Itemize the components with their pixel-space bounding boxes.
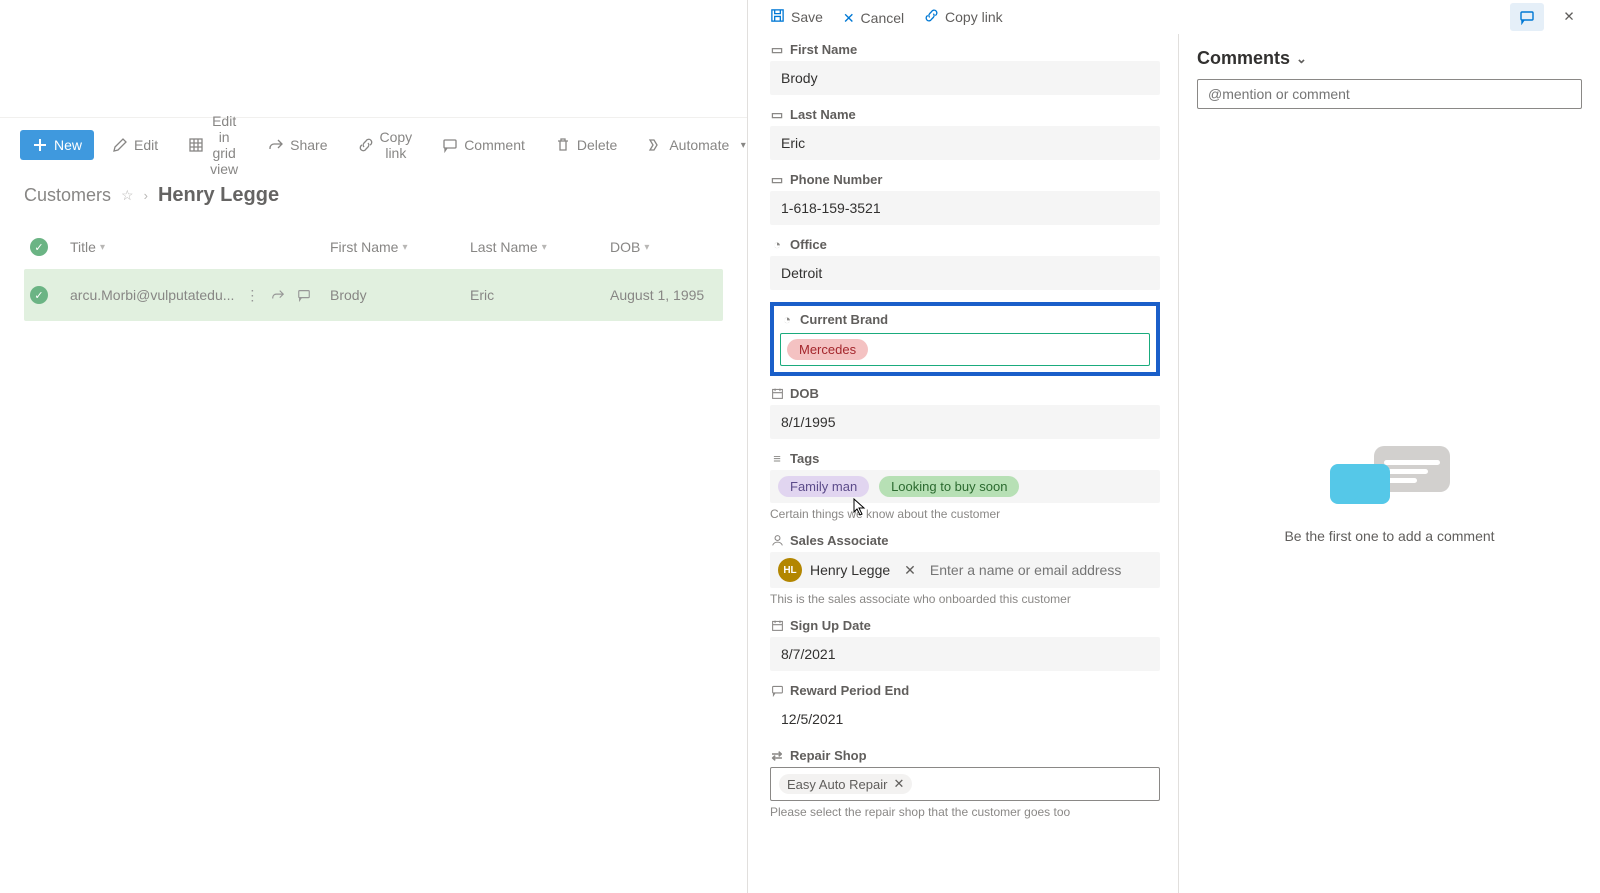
row-last-name: Eric [470, 287, 610, 303]
row-dob: August 1, 1995 [610, 287, 750, 303]
choice-icon: ◔ [780, 313, 794, 327]
col-title[interactable]: Title▾ [70, 239, 330, 255]
repair-shop-chip[interactable]: Easy Auto Repair ✕ [779, 774, 912, 794]
chevron-down-icon: ⌄ [1296, 51, 1307, 67]
remove-chip-icon[interactable]: ✕ [893, 776, 904, 792]
first-name-field[interactable] [770, 61, 1160, 95]
phone-field[interactable] [770, 191, 1160, 225]
avatar: HL [778, 558, 802, 582]
close-icon: ✕ [843, 10, 855, 27]
tag-chip[interactable]: Family man [778, 476, 869, 497]
list-table: ✓ Title▾ First Name▾ Last Name▾ DOB▾ ✓ a… [0, 225, 747, 321]
comments-column: Comments ⌄ Be the first one to add a com… [1178, 34, 1600, 893]
lookup-icon: ⇄ [770, 749, 784, 763]
panel-copy-link-button[interactable]: Copy link [916, 4, 1011, 30]
text-field-icon: ▭ [770, 108, 784, 122]
sales-associate-field[interactable]: HL Henry Legge ✕ [770, 552, 1160, 588]
pencil-icon [112, 137, 128, 153]
panel-comments-toggle[interactable] [1510, 3, 1544, 31]
row-comment-icon[interactable] [296, 287, 312, 303]
breadcrumb: Customers ☆ › Henry Legge [0, 172, 747, 225]
text-field-icon: ▭ [770, 173, 784, 187]
breadcrumb-current: Henry Legge [158, 184, 279, 207]
share-button[interactable]: Share [256, 130, 339, 160]
calendar-icon [770, 619, 784, 633]
form-column: ▭First Name ▭Last Name ▭Phone Number ◔Of… [748, 34, 1178, 893]
panel-toolbar: Save ✕ Cancel Copy link ✕ [748, 0, 1600, 34]
table-row[interactable]: ✓ arcu.Morbi@vulputatedu... ⋮ Brody Eric… [24, 269, 723, 321]
comments-empty-text: Be the first one to add a comment [1284, 528, 1494, 544]
panel-save-button[interactable]: Save [762, 4, 831, 30]
comments-illustration-icon [1330, 444, 1450, 514]
chevron-right-icon: › [144, 188, 148, 203]
automate-button[interactable]: Automate ▾ [635, 130, 763, 160]
col-last-name[interactable]: Last Name▾ [470, 239, 610, 255]
person-picker-input[interactable] [930, 562, 1152, 578]
col-dob[interactable]: DOB▾ [610, 239, 750, 255]
row-actions: ⋮ [244, 287, 312, 303]
item-details-panel: Save ✕ Cancel Copy link ✕ ▭First Name [747, 0, 1600, 893]
panel-close-button[interactable]: ✕ [1552, 3, 1586, 31]
comments-empty-state: Be the first one to add a comment [1197, 109, 1582, 879]
list-toolbar: New Edit Edit in grid view Share Copy li… [0, 118, 747, 172]
select-all-check-icon[interactable]: ✓ [30, 238, 48, 256]
delete-button[interactable]: Delete [543, 130, 629, 160]
star-icon[interactable]: ☆ [121, 187, 134, 204]
row-title: arcu.Morbi@vulputatedu... [70, 287, 234, 303]
comment-icon [442, 137, 458, 153]
tag-chip[interactable]: Looking to buy soon [879, 476, 1019, 497]
tags-help: Certain things we know about the custome… [770, 507, 1160, 521]
office-field[interactable] [770, 256, 1160, 290]
remove-person-icon[interactable]: ✕ [898, 562, 922, 579]
row-more-icon[interactable]: ⋮ [244, 287, 260, 303]
comment-button[interactable]: Comment [430, 130, 537, 160]
person-name: Henry Legge [810, 562, 890, 578]
signup-date-field[interactable] [770, 637, 1160, 671]
flag-icon [770, 684, 784, 698]
app-header-blank [0, 0, 747, 118]
list-icon: ≡ [770, 452, 784, 466]
repair-shop-field[interactable]: Easy Auto Repair ✕ [770, 767, 1160, 801]
grid-icon [188, 137, 204, 153]
tags-field[interactable]: Family man Looking to buy soon [770, 470, 1160, 503]
save-icon [770, 8, 785, 26]
row-first-name: Brody [330, 287, 470, 303]
repair-shop-help: Please select the repair shop that the c… [770, 805, 1160, 819]
flow-icon [647, 137, 663, 153]
main-list-area: New Edit Edit in grid view Share Copy li… [0, 0, 747, 893]
last-name-field[interactable] [770, 126, 1160, 160]
table-header: ✓ Title▾ First Name▾ Last Name▾ DOB▾ [24, 225, 723, 269]
edit-button[interactable]: Edit [100, 130, 170, 160]
calendar-icon [770, 387, 784, 401]
brand-chip[interactable]: Mercedes [787, 339, 868, 360]
choice-icon: ◔ [770, 238, 784, 252]
link-icon [924, 8, 939, 26]
text-field-icon: ▭ [770, 43, 784, 57]
breadcrumb-root[interactable]: Customers [24, 185, 111, 206]
comment-input[interactable] [1197, 79, 1582, 109]
link-icon [358, 137, 374, 153]
col-first-name[interactable]: First Name▾ [330, 239, 470, 255]
current-brand-highlight: ◔Current Brand Mercedes [770, 302, 1160, 376]
reward-period-end-field[interactable] [770, 702, 1160, 736]
plus-icon [32, 137, 48, 153]
new-button-label: New [54, 137, 82, 153]
current-brand-field[interactable]: Mercedes [780, 333, 1150, 366]
panel-cancel-button[interactable]: ✕ Cancel [835, 6, 912, 31]
trash-icon [555, 137, 571, 153]
dob-field[interactable] [770, 405, 1160, 439]
sales-associate-help: This is the sales associate who onboarde… [770, 592, 1160, 606]
comments-header[interactable]: Comments ⌄ [1197, 48, 1582, 69]
edit-grid-button[interactable]: Edit in grid view [176, 106, 250, 184]
row-share-icon[interactable] [270, 287, 286, 303]
new-button[interactable]: New [20, 130, 94, 160]
person-icon [770, 534, 784, 548]
share-icon [268, 137, 284, 153]
row-check-icon[interactable]: ✓ [30, 286, 48, 304]
copy-link-button[interactable]: Copy link [346, 122, 425, 168]
